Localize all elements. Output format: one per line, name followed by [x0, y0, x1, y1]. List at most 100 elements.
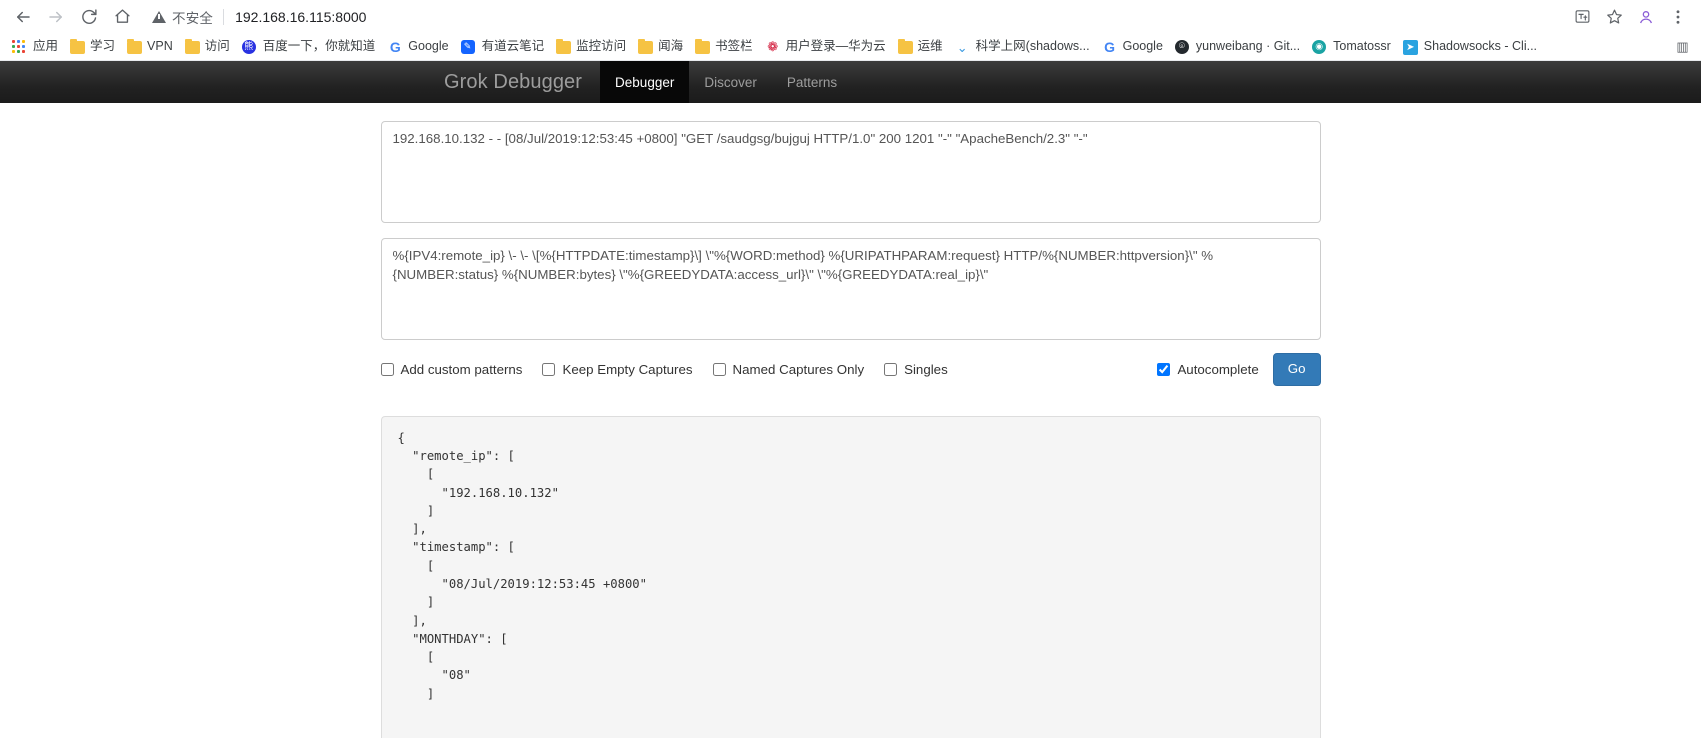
option-named-captures-only[interactable]: Named Captures Only: [712, 361, 865, 377]
reading-list-icon: ▥: [1676, 39, 1689, 54]
folder-icon: [556, 38, 572, 54]
profile-button[interactable]: [1631, 3, 1661, 31]
bookmark-label: 书签栏: [715, 39, 753, 54]
app-nav-tabs: Debugger Discover Patterns: [600, 61, 852, 103]
baidu-icon: 熊: [241, 39, 258, 55]
bookmark-label: 监控访问: [576, 39, 627, 54]
toolbar-right-actions: [1567, 3, 1693, 31]
github-icon: ⌾: [1174, 39, 1191, 55]
bookmark-label: Tomatossr: [1333, 39, 1391, 54]
folder-icon: [897, 38, 913, 54]
bookmark-shadowsocks-site[interactable]: ⌄ 科学上网(shadows...: [950, 37, 1097, 57]
forward-button[interactable]: [41, 3, 71, 31]
browser-toolbar: 不安全 192.168.16.115:8000: [0, 0, 1701, 33]
log-input-textarea[interactable]: [380, 121, 1321, 223]
bookmark-label: Shadowsocks - Cli...: [1423, 39, 1538, 54]
google-icon: G: [1104, 38, 1116, 55]
app-brand[interactable]: Grok Debugger: [420, 61, 600, 103]
bookmark-label: 学习: [90, 39, 116, 54]
option-add-custom-patterns[interactable]: Add custom patterns: [380, 361, 523, 377]
google-icon: G: [389, 38, 401, 55]
options-right-group: Autocomplete Go: [1157, 353, 1321, 386]
bookmark-label: VPN: [147, 39, 173, 54]
bookmark-vpn[interactable]: VPN: [122, 38, 180, 56]
bookmark-google-1[interactable]: G Google: [382, 37, 455, 57]
bookmark-yunwei[interactable]: 运维: [893, 38, 950, 56]
forward-arrow-icon: [49, 11, 62, 22]
shadowsocks-icon: ⌄: [956, 39, 968, 55]
tab-discover[interactable]: Discover: [689, 61, 772, 103]
add-custom-patterns-checkbox[interactable]: [380, 362, 394, 376]
translate-button[interactable]: [1567, 3, 1597, 31]
star-icon: [1606, 9, 1622, 24]
bookmark-label: 运维: [917, 39, 943, 54]
reload-button[interactable]: [74, 3, 104, 31]
translate-icon: [1575, 10, 1589, 23]
browser-chrome: 不安全 192.168.16.115:8000 应用 学习 VPN 访问 熊 百…: [0, 0, 1701, 61]
option-keep-empty-captures[interactable]: Keep Empty Captures: [542, 361, 693, 377]
tomato-icon: ◉: [1312, 39, 1328, 55]
bookmark-label: 用户登录—华为云: [785, 39, 886, 54]
huawei-icon: ❁: [767, 39, 779, 54]
bookmark-label: Google: [408, 39, 449, 54]
telegram-icon: ➤: [1402, 39, 1419, 55]
keep-empty-captures-checkbox[interactable]: [542, 362, 556, 376]
bookmark-button[interactable]: [1599, 3, 1629, 31]
bookmark-label: 科学上网(shadows...: [975, 39, 1090, 54]
bookmark-youdao[interactable]: ✎ 有道云笔记: [456, 37, 552, 57]
bookmark-label: 访问: [204, 39, 230, 54]
folder-icon: [695, 38, 711, 54]
bookmark-github[interactable]: ⌾ yunweibang · Git...: [1170, 37, 1307, 57]
option-label: Singles: [904, 361, 948, 377]
page-content: Grok Debugger Debugger Discover Patterns…: [0, 61, 1701, 738]
option-label: Keep Empty Captures: [562, 361, 693, 377]
youdao-icon: ✎: [460, 39, 477, 55]
back-button[interactable]: [8, 3, 38, 31]
output-json: { "remote_ip": [ [ "192.168.10.132" ] ],…: [380, 415, 1321, 738]
bookmark-label: 闻海: [658, 39, 684, 54]
more-options-icon: [1676, 9, 1680, 24]
go-button[interactable]: Go: [1272, 353, 1321, 386]
named-captures-only-checkbox[interactable]: [712, 362, 726, 376]
option-autocomplete[interactable]: Autocomplete: [1157, 361, 1259, 377]
security-label: 不安全: [172, 10, 214, 26]
bookmark-label: Google: [1122, 39, 1163, 54]
folder-icon: [70, 38, 86, 54]
bookmark-xuexi[interactable]: 学习: [65, 38, 122, 56]
grok-pattern-textarea[interactable]: [380, 238, 1321, 340]
option-label: Named Captures Only: [732, 361, 865, 377]
bookmarks-bar: 应用 学习 VPN 访问 熊 百度一下，你就知道 G Google ✎ 有道云笔…: [0, 33, 1701, 61]
browser-menu-button[interactable]: [1663, 3, 1693, 31]
bookmark-label: yunweibang · Git...: [1195, 39, 1301, 54]
bookmark-fangwen[interactable]: 访问: [180, 38, 237, 56]
back-arrow-icon: [17, 11, 30, 22]
bookmark-huawei[interactable]: ❁ 用户登录—华为云: [760, 37, 893, 57]
app-navbar: Grok Debugger Debugger Discover Patterns: [0, 61, 1701, 103]
singles-checkbox[interactable]: [884, 362, 898, 376]
omnibox-divider: [223, 8, 225, 25]
bookmark-tomatossr[interactable]: ◉ Tomatossr: [1307, 37, 1398, 57]
reload-icon: [81, 9, 97, 24]
option-singles[interactable]: Singles: [884, 362, 948, 377]
autocomplete-checkbox[interactable]: [1157, 362, 1171, 376]
bookmark-label: 应用: [33, 39, 59, 54]
bookmark-jiankong[interactable]: 监控访问: [551, 38, 633, 56]
security-indicator[interactable]: 不安全: [152, 7, 213, 27]
home-icon: [114, 9, 130, 23]
option-label: Add custom patterns: [400, 361, 523, 377]
tab-patterns[interactable]: Patterns: [772, 61, 852, 103]
tab-debugger[interactable]: Debugger: [600, 61, 690, 103]
bookmark-shadowsocks-client[interactable]: ➤ Shadowsocks - Cli...: [1398, 37, 1544, 57]
bookmark-wenhai[interactable]: 闻海: [633, 38, 690, 56]
option-label: Autocomplete: [1177, 361, 1259, 377]
home-button[interactable]: [107, 3, 137, 31]
bookmark-google-2[interactable]: G Google: [1097, 37, 1170, 57]
warning-triangle-icon: [152, 10, 166, 23]
bookmark-shuqianlan[interactable]: 书签栏: [690, 38, 760, 56]
bookmark-baidu[interactable]: 熊 百度一下，你就知道: [237, 37, 383, 57]
address-bar[interactable]: 不安全 192.168.16.115:8000: [146, 3, 1567, 31]
bookmark-apps[interactable]: 应用: [7, 37, 65, 57]
folder-icon: [127, 38, 143, 54]
reading-list-button[interactable]: ▥: [1670, 37, 1694, 57]
folder-icon: [184, 38, 200, 54]
